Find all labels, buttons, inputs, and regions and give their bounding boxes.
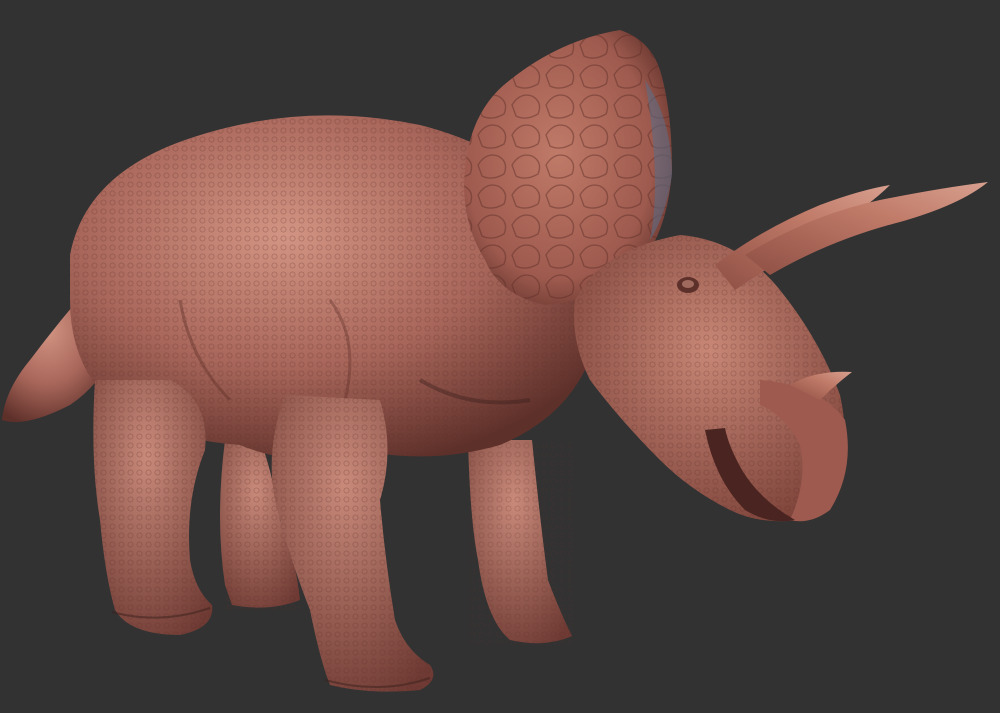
scene-canvas <box>0 0 1000 713</box>
far-front-leg <box>468 440 573 645</box>
sculpt-viewport[interactable] <box>0 0 1000 713</box>
